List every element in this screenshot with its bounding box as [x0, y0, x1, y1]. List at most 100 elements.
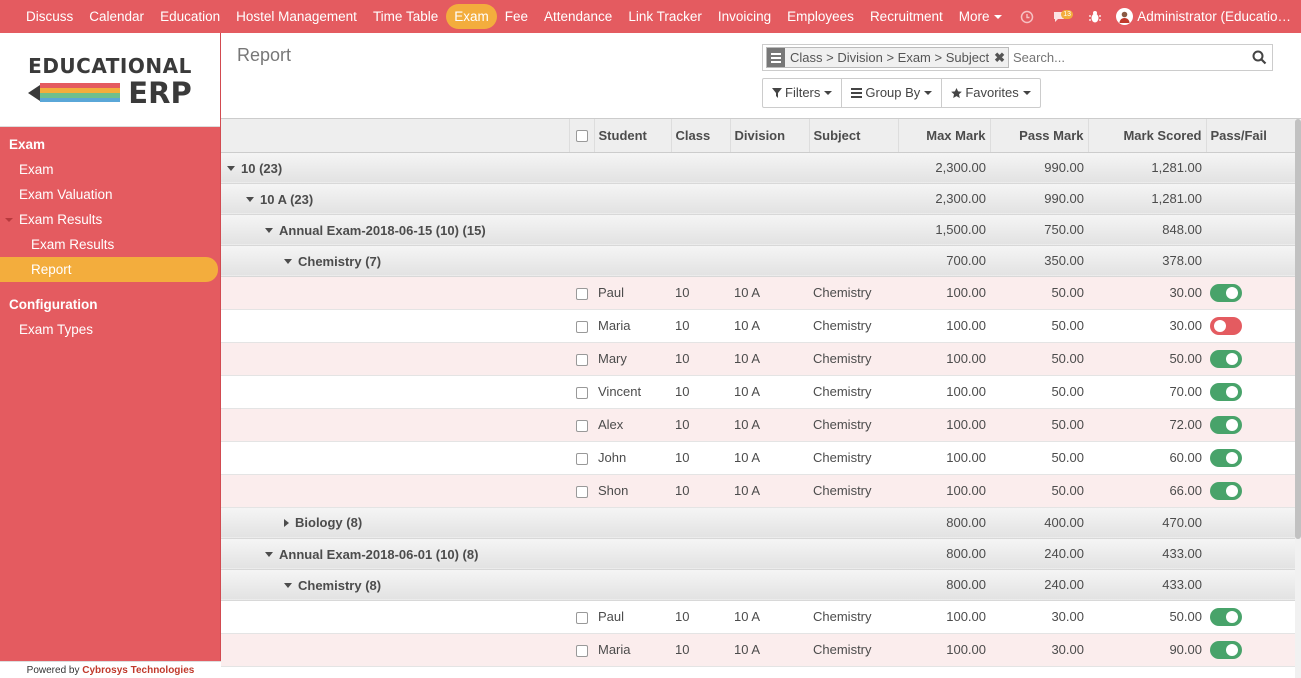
pass-fail-toggle[interactable] [1210, 607, 1242, 626]
menu-discuss[interactable]: Discuss [18, 4, 81, 29]
table-row[interactable]: Paul 10 10 A Chemistry 100.00 50.00 30.00 [221, 276, 1295, 310]
group-row[interactable]: 10 (23) 2,300.00 990.00 1,281.00 [221, 152, 1295, 184]
logo: EDUCATIONAL ERP [0, 33, 220, 127]
header-subject[interactable]: Subject [809, 119, 899, 153]
pass-fail-toggle[interactable] [1210, 415, 1242, 434]
row-checkbox[interactable] [569, 474, 594, 508]
logo-text-top: EDUCATIONAL [28, 54, 192, 78]
group-max-mark: 800.00 [898, 507, 990, 539]
menu-more[interactable]: More [951, 4, 1011, 29]
sidebar-item-exam[interactable]: Exam [0, 157, 220, 182]
search-icon[interactable] [1248, 47, 1270, 69]
scrollbar-thumb[interactable] [1295, 119, 1301, 539]
group-row[interactable]: Chemistry (8) 800.00 240.00 433.00 [221, 569, 1295, 601]
group-mark-scored: 848.00 [1088, 214, 1206, 246]
row-checkbox[interactable] [569, 375, 594, 409]
row-checkbox[interactable] [569, 342, 594, 376]
sidebar-item-report-sub[interactable]: Report [0, 257, 218, 282]
row-checkbox[interactable] [569, 276, 594, 310]
menu-invoicing[interactable]: Invoicing [710, 4, 779, 29]
group-pass-mark: 240.00 [990, 538, 1088, 570]
pass-fail-toggle[interactable] [1210, 481, 1242, 500]
group-label: Biology (8) [295, 515, 363, 531]
group-label-cell: Annual Exam-2018-06-15 (10) (15) [221, 214, 898, 246]
pass-fail-toggle[interactable] [1210, 382, 1242, 401]
remove-facet-icon[interactable]: ✖ [994, 50, 1005, 66]
cell-pass-mark: 50.00 [990, 474, 1088, 508]
cell-division: 10 A [730, 474, 809, 508]
pass-fail-toggle[interactable] [1210, 316, 1242, 335]
group-row[interactable]: Annual Exam-2018-06-15 (10) (15) 1,500.00… [221, 214, 1295, 246]
debug-bug-icon[interactable] [1087, 9, 1103, 25]
group-row[interactable]: Biology (8) 800.00 400.00 470.00 [221, 507, 1295, 539]
group-row[interactable]: Annual Exam-2018-06-01 (10) (8) 800.00 240… [221, 538, 1295, 570]
header-division[interactable]: Division [730, 119, 810, 153]
menu-recruitment[interactable]: Recruitment [862, 4, 951, 29]
pass-fail-toggle[interactable] [1210, 283, 1242, 302]
pass-fail-toggle[interactable] [1210, 448, 1242, 467]
table-row[interactable]: Shon 10 10 A Chemistry 100.00 50.00 66.00 [221, 474, 1295, 508]
table-row[interactable]: Mary 10 10 A Chemistry 100.00 50.00 50.00 [221, 342, 1295, 376]
user-menu[interactable]: Administrator (Educatio… [1116, 8, 1291, 25]
group-mark-scored: 470.00 [1088, 507, 1206, 539]
row-indent [221, 375, 569, 409]
sidebar-item-exam-valuation[interactable]: Exam Valuation [0, 182, 220, 207]
row-checkbox[interactable] [569, 309, 594, 343]
cell-division: 10 A [730, 342, 809, 376]
menu-education[interactable]: Education [152, 4, 228, 29]
groupby-label: Group By [865, 85, 921, 100]
filters-button[interactable]: Filters [763, 79, 843, 107]
menu-fee[interactable]: Fee [497, 4, 536, 29]
group-pass-mark: 990.00 [990, 152, 1088, 184]
table-row[interactable]: Alex 10 10 A Chemistry 100.00 50.00 72.00 [221, 408, 1295, 442]
header-pass-mark[interactable]: Pass Mark [990, 119, 1089, 153]
menu-employees[interactable]: Employees [779, 4, 862, 29]
select-all-checkbox[interactable] [569, 119, 595, 153]
table-row[interactable]: Maria 10 10 A Chemistry 100.00 50.00 30.00 [221, 309, 1295, 343]
menu-hostel-management[interactable]: Hostel Management [228, 4, 365, 29]
row-checkbox[interactable] [569, 600, 594, 634]
cell-pass-fail [1206, 474, 1295, 508]
group-mark-scored: 1,281.00 [1088, 152, 1206, 184]
cell-subject: Chemistry [809, 441, 898, 475]
header-max-mark[interactable]: Max Mark [898, 119, 991, 153]
cell-class: 10 [671, 309, 730, 343]
pass-fail-toggle[interactable] [1210, 349, 1242, 368]
group-pass-mark: 240.00 [990, 569, 1088, 601]
favorites-button[interactable]: Favorites [942, 79, 1039, 107]
pass-fail-toggle[interactable] [1210, 640, 1242, 659]
app-menu: Discuss Calendar Education Hostel Managemen… [0, 0, 1010, 33]
row-checkbox[interactable] [569, 408, 594, 442]
table-row[interactable]: Maria 10 10 A Chemistry 100.00 30.00 90.00 [221, 633, 1295, 667]
cell-student: Mary [594, 342, 671, 376]
header-class[interactable]: Class [671, 119, 731, 153]
menu-time-table[interactable]: Time Table [365, 4, 446, 29]
sidebar-item-exam-results[interactable]: Exam Results [0, 207, 220, 232]
powered-brand-link[interactable]: Cybrosys Technologies [82, 665, 194, 676]
header-student[interactable]: Student [594, 119, 672, 153]
activity-clock-icon[interactable] [1019, 9, 1035, 25]
logo-text-bottom: ERP [128, 76, 191, 108]
filter-icon [772, 88, 782, 98]
row-checkbox[interactable] [569, 441, 594, 475]
menu-attendance[interactable]: Attendance [536, 4, 620, 29]
header-pass-fail[interactable]: Pass/Fail [1206, 119, 1295, 153]
row-checkbox[interactable] [569, 633, 594, 667]
header-mark-scored[interactable]: Mark Scored [1088, 119, 1207, 153]
vertical-scrollbar[interactable] [1295, 119, 1301, 678]
table-row[interactable]: Paul 10 10 A Chemistry 100.00 30.00 50.00 [221, 600, 1295, 634]
search-input[interactable] [1012, 50, 1248, 65]
group-label: Annual Exam-2018-06-15 (10) (15) [279, 223, 486, 238]
messages-icon[interactable]: 13 [1053, 9, 1073, 25]
menu-exam[interactable]: Exam [446, 4, 497, 29]
sidebar-item-exam-results-sub[interactable]: Exam Results [0, 232, 220, 257]
sidebar-item-exam-types[interactable]: Exam Types [0, 317, 220, 342]
table-row[interactable]: Vincent 10 10 A Chemistry 100.00 50.00 70.00 [221, 375, 1295, 409]
list-icon [767, 48, 785, 67]
group-row[interactable]: Chemistry (7) 700.00 350.00 378.00 [221, 245, 1295, 277]
group-row[interactable]: 10 A (23) 2,300.00 990.00 1,281.00 [221, 183, 1295, 215]
menu-link-tracker[interactable]: Link Tracker [620, 4, 710, 29]
menu-calendar[interactable]: Calendar [81, 4, 152, 29]
table-row[interactable]: John 10 10 A Chemistry 100.00 50.00 60.00 [221, 441, 1295, 475]
groupby-button[interactable]: Group By [842, 79, 943, 107]
